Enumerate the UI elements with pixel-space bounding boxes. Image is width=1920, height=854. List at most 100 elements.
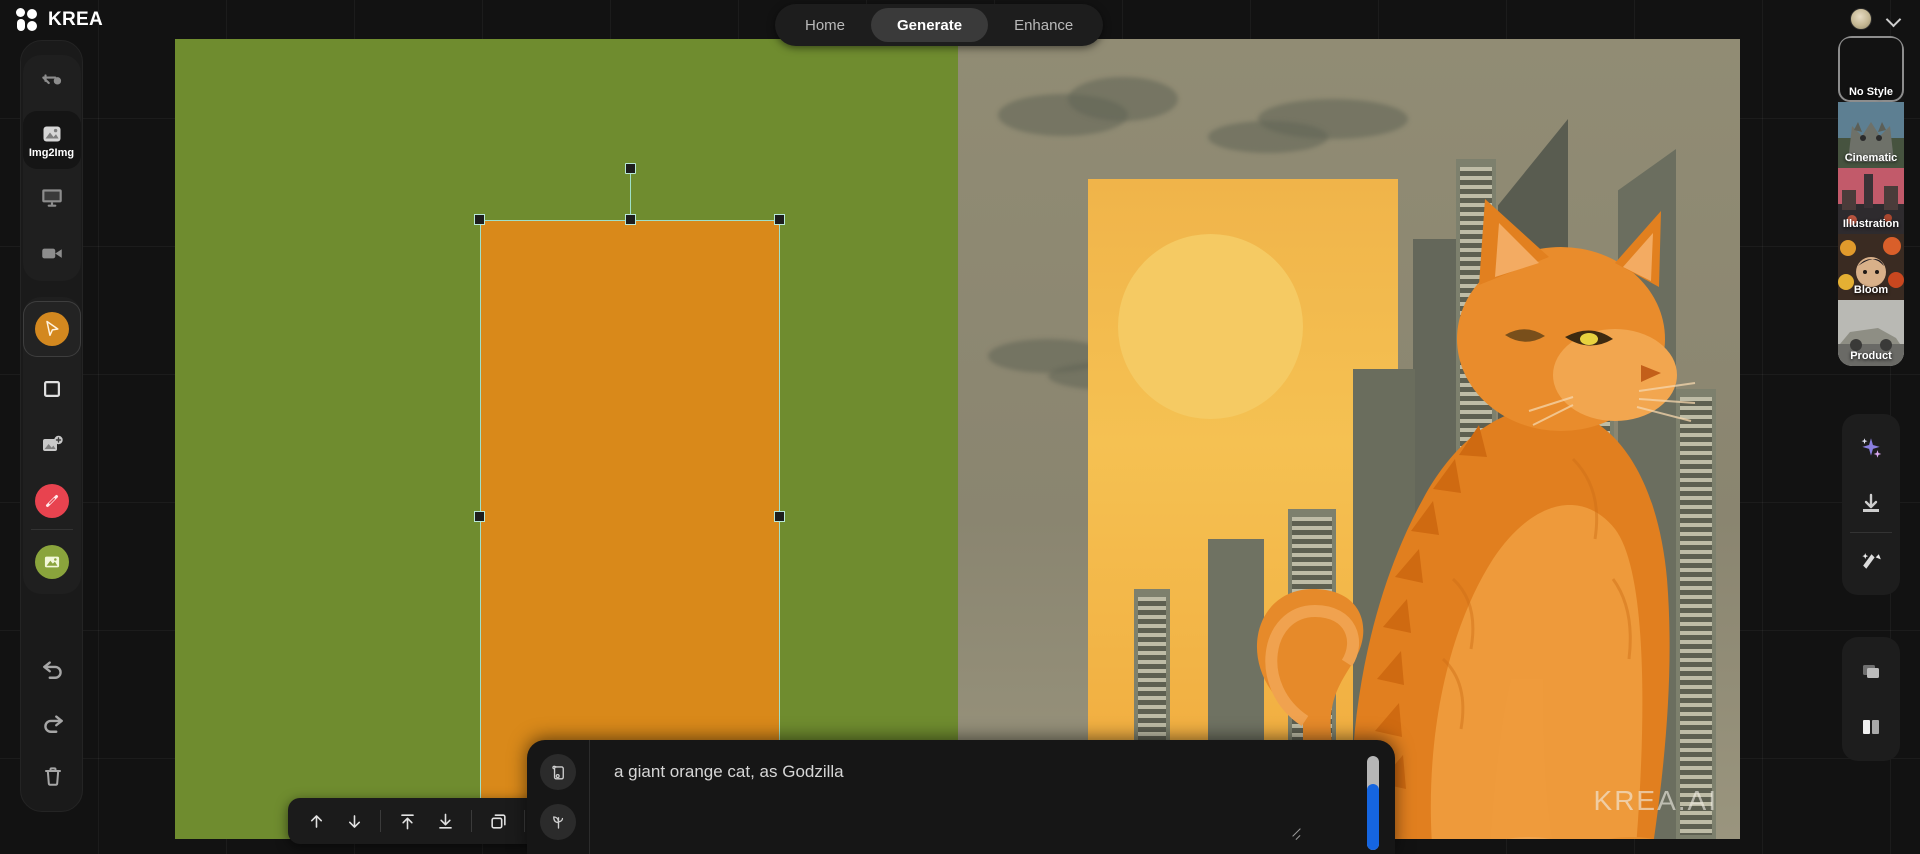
left-toolbar: Img2Img	[20, 40, 83, 812]
style-card-no-style[interactable]: No Style	[1838, 36, 1904, 102]
eraser-tool[interactable]	[23, 473, 81, 529]
main-tabs: Home Generate Enhance	[775, 4, 1104, 46]
right-view-actions	[1842, 637, 1900, 761]
duplicate-icon	[490, 813, 506, 829]
style-label: Bloom	[1853, 284, 1889, 296]
slider-fill[interactable]	[1367, 784, 1379, 850]
style-label: Cinematic	[1844, 152, 1898, 164]
trash-can-icon	[44, 767, 61, 786]
right-actions	[1842, 414, 1900, 595]
layers-button[interactable]	[1842, 643, 1900, 699]
krea-watermark: KREA.AI	[1593, 785, 1718, 816]
style-label: Product	[1850, 350, 1892, 362]
split-view-button[interactable]	[1842, 699, 1900, 755]
style-card-bloom[interactable]: Bloom	[1838, 234, 1904, 300]
tab-generate[interactable]: Generate	[871, 8, 989, 42]
handle-top-left[interactable]	[474, 214, 485, 225]
cat-svg	[1257, 199, 1696, 839]
image-ref-icon	[551, 765, 564, 780]
trash-button[interactable]	[24, 749, 82, 803]
move-down-button[interactable]	[336, 804, 372, 838]
toolbar-divider	[524, 810, 525, 832]
draw-tool-group	[22, 297, 81, 594]
layers-icon	[1863, 665, 1879, 678]
arrow-to-top-icon	[400, 813, 414, 829]
handle-top-center[interactable]	[625, 214, 636, 225]
prompt-input-wrapper[interactable]: a giant orange cat, as Godzilla	[589, 740, 1355, 854]
realtime-wand-icon	[41, 74, 61, 85]
image-gen-icon	[34, 545, 69, 579]
download-icon	[1863, 493, 1879, 512]
mode-tool-group: Img2Img	[22, 55, 81, 281]
krea-logo-icon	[16, 8, 38, 32]
img2img-label: Img2Img	[28, 146, 75, 159]
select-tool[interactable]	[22, 301, 81, 357]
frame-tool[interactable]	[23, 361, 81, 417]
cloud-shape	[1068, 77, 1178, 121]
img2img-tool[interactable]: Img2Img	[22, 111, 81, 169]
source-artboard[interactable]	[175, 39, 958, 839]
undo-button[interactable]	[24, 641, 82, 695]
video-camera-icon	[41, 248, 62, 259]
upscale-button[interactable]	[1842, 533, 1900, 589]
handle-top-right[interactable]	[774, 214, 785, 225]
magic-sparkle-icon	[1861, 552, 1881, 569]
cat-illustration	[1243, 159, 1713, 839]
right-panel: No Style Cinematic Illustration Bloom Pr…	[1838, 36, 1904, 761]
handle-middle-left[interactable]	[474, 511, 485, 522]
style-card-cinematic[interactable]: Cinematic	[1838, 102, 1904, 168]
brand[interactable]: KREA	[16, 8, 103, 32]
avatar[interactable]	[1850, 8, 1872, 30]
handle-middle-right[interactable]	[774, 511, 785, 522]
prompt-side-actions	[527, 740, 589, 854]
arrow-down-icon	[348, 814, 360, 828]
send-to-back-button[interactable]	[427, 804, 463, 838]
generate-tool[interactable]	[23, 534, 81, 590]
app-header: KREA Home Generate Enhance	[0, 0, 1920, 48]
rotation-handle[interactable]	[625, 163, 636, 174]
add-image-tool[interactable]	[23, 417, 81, 473]
style-label: Illustration	[1842, 218, 1900, 230]
redo-button[interactable]	[24, 695, 82, 749]
prompt-input[interactable]: a giant orange cat, as Godzilla	[614, 762, 1327, 782]
sparkles-icon	[1861, 438, 1882, 458]
tab-enhance[interactable]: Enhance	[988, 8, 1099, 42]
bring-to-front-button[interactable]	[389, 804, 425, 838]
duplicate-button[interactable]	[480, 804, 516, 838]
style-card-illustration[interactable]: Illustration	[1838, 168, 1904, 234]
user-area	[1850, 8, 1902, 30]
redo-arrow-icon	[43, 715, 63, 733]
left-toolbar-bottom	[21, 641, 84, 803]
image-icon	[43, 126, 60, 141]
app-root: KREA.AI KREA Home Generate Enhance Img2I…	[0, 0, 1920, 854]
square-icon	[43, 381, 60, 397]
generated-image[interactable]: KREA.AI	[958, 39, 1740, 839]
prompt-resize-handle[interactable]	[1291, 832, 1303, 844]
prompt-enhance-button[interactable]	[540, 804, 576, 840]
cursor-arrow-icon	[34, 312, 69, 346]
screen-tool[interactable]	[23, 169, 81, 225]
style-label: No Style	[1848, 86, 1893, 98]
strength-slider[interactable]	[1355, 740, 1395, 854]
arrow-to-bottom-icon	[438, 813, 452, 829]
style-card-product[interactable]: Product	[1838, 300, 1904, 366]
eraser-icon	[34, 484, 69, 518]
add-image-icon	[42, 435, 63, 451]
move-up-button[interactable]	[298, 804, 334, 838]
style-presets: No Style Cinematic Illustration Bloom Pr…	[1838, 36, 1904, 366]
split-view-icon	[1863, 720, 1879, 734]
selected-shape[interactable]	[480, 220, 780, 815]
toolbar-divider	[471, 810, 472, 832]
screen-capture-icon	[41, 189, 62, 207]
prompt-bar: a giant orange cat, as Godzilla	[527, 740, 1395, 854]
tab-home[interactable]: Home	[779, 8, 871, 42]
chevron-down-icon[interactable]	[1886, 11, 1902, 27]
realtime-tool[interactable]	[23, 55, 81, 111]
arrow-up-icon	[310, 814, 322, 828]
video-tool[interactable]	[23, 225, 81, 281]
toolbar-divider	[380, 810, 381, 832]
prompt-image-ref-button[interactable]	[540, 754, 576, 790]
download-button[interactable]	[1842, 476, 1900, 532]
undo-arrow-icon	[42, 661, 62, 679]
enhance-button[interactable]	[1842, 420, 1900, 476]
